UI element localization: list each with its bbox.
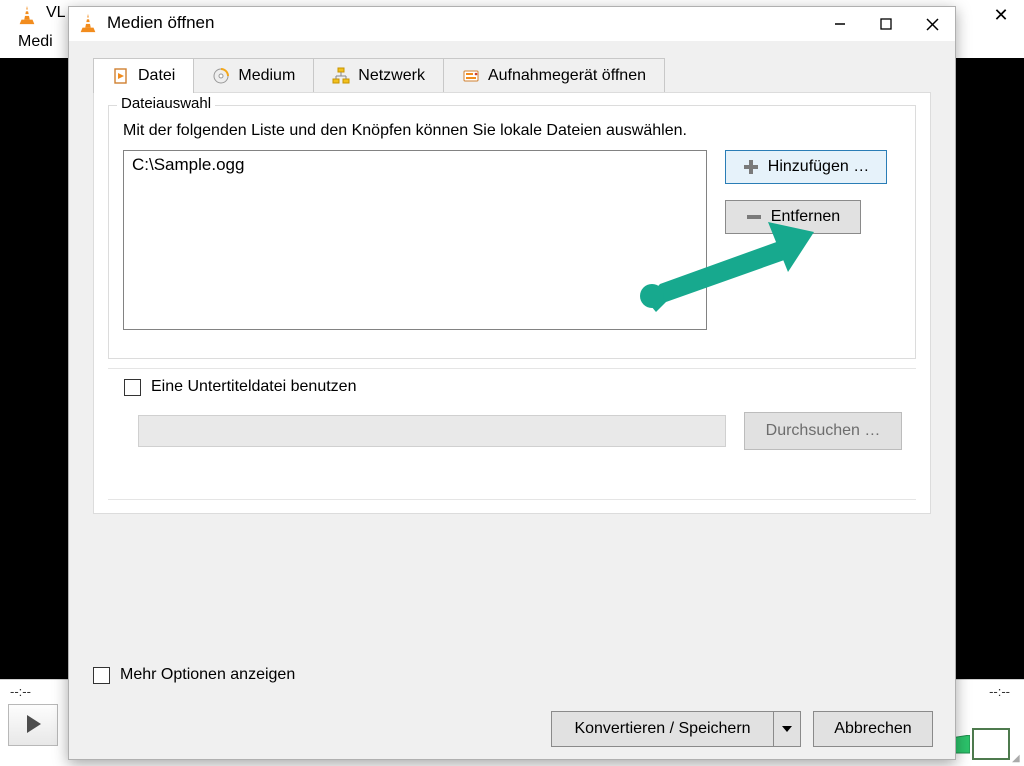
browse-subtitle-label: Durchsuchen … — [766, 422, 881, 440]
tab-disc-label: Medium — [238, 67, 295, 85]
convert-save-button[interactable]: Konvertieren / Speichern — [551, 711, 801, 747]
use-subtitle-label: Eine Untertiteldatei benutzen — [151, 378, 356, 396]
convert-save-label: Konvertieren / Speichern — [552, 712, 773, 746]
vlc-cone-icon — [77, 12, 99, 34]
main-window-title: VL — [46, 4, 66, 22]
remove-file-button[interactable]: Entfernen — [725, 200, 861, 234]
play-button[interactable] — [8, 704, 58, 746]
convert-save-dropdown[interactable] — [773, 712, 800, 746]
browse-subtitle-button: Durchsuchen … — [744, 412, 902, 450]
remove-file-label: Entfernen — [771, 208, 840, 226]
add-file-button[interactable]: Hinzufügen … — [725, 150, 887, 184]
minus-icon — [746, 209, 762, 225]
dialog-titlebar: Medien öffnen — [69, 7, 955, 41]
menu-media[interactable]: Medi — [18, 33, 53, 51]
tab-file[interactable]: Datei — [93, 58, 194, 93]
capture-tab-icon — [462, 67, 480, 85]
dialog-close-button[interactable] — [909, 7, 955, 41]
use-subtitle-checkbox-row[interactable]: Eine Untertiteldatei benutzen — [124, 378, 356, 396]
tab-disc[interactable]: Medium — [193, 58, 314, 93]
subtitle-file-field — [138, 415, 726, 447]
tab-capture[interactable]: Aufnahmegerät öffnen — [443, 58, 665, 93]
time-remaining: --:-- — [989, 684, 1010, 699]
time-elapsed: --:-- — [10, 684, 31, 699]
chevron-down-icon — [782, 726, 792, 732]
tab-capture-label: Aufnahmegerät öffnen — [488, 67, 646, 85]
use-subtitle-checkbox[interactable] — [124, 379, 141, 396]
more-options-checkbox[interactable] — [93, 667, 110, 684]
file-list-item[interactable]: C:\Sample.ogg — [132, 155, 698, 175]
cancel-button[interactable]: Abbrechen — [813, 711, 933, 747]
file-selection-instruction: Mit der folgenden Liste und den Knöpfen … — [123, 122, 687, 140]
more-options-checkbox-row[interactable]: Mehr Optionen anzeigen — [93, 666, 295, 684]
fullscreen-button[interactable] — [972, 728, 1010, 760]
open-media-dialog: Medien öffnen Datei Medium — [68, 6, 956, 760]
network-tab-icon — [332, 67, 350, 85]
file-tab-panel: Dateiauswahl Mit der folgenden Liste und… — [93, 92, 931, 514]
file-selection-legend: Dateiauswahl — [117, 95, 215, 112]
tab-network-label: Netzwerk — [358, 67, 425, 85]
tab-file-label: Datei — [138, 67, 175, 85]
tab-strip: Datei Medium Netzwerk Aufnahmegerät öffn… — [93, 58, 664, 92]
subtitle-section: Eine Untertiteldatei benutzen Durchsuche… — [108, 368, 916, 500]
resize-grip-icon: ◢ — [1012, 753, 1022, 763]
tab-network[interactable]: Netzwerk — [313, 58, 444, 93]
file-list[interactable]: C:\Sample.ogg — [123, 150, 707, 330]
disc-tab-icon — [212, 67, 230, 85]
plus-icon — [743, 159, 759, 175]
cancel-label: Abbrechen — [834, 720, 911, 738]
file-selection-fieldset: Dateiauswahl Mit der folgenden Liste und… — [108, 105, 916, 359]
vlc-cone-icon — [16, 4, 38, 26]
file-tab-icon — [112, 67, 130, 85]
dialog-maximize-button[interactable] — [863, 7, 909, 41]
dialog-title: Medien öffnen — [107, 13, 214, 33]
dialog-minimize-button[interactable] — [817, 7, 863, 41]
main-window-close-button[interactable]: ✕ — [978, 0, 1024, 30]
add-file-label: Hinzufügen … — [768, 158, 869, 176]
dialog-body: Datei Medium Netzwerk Aufnahmegerät öffn… — [69, 41, 955, 759]
more-options-label: Mehr Optionen anzeigen — [120, 666, 295, 684]
